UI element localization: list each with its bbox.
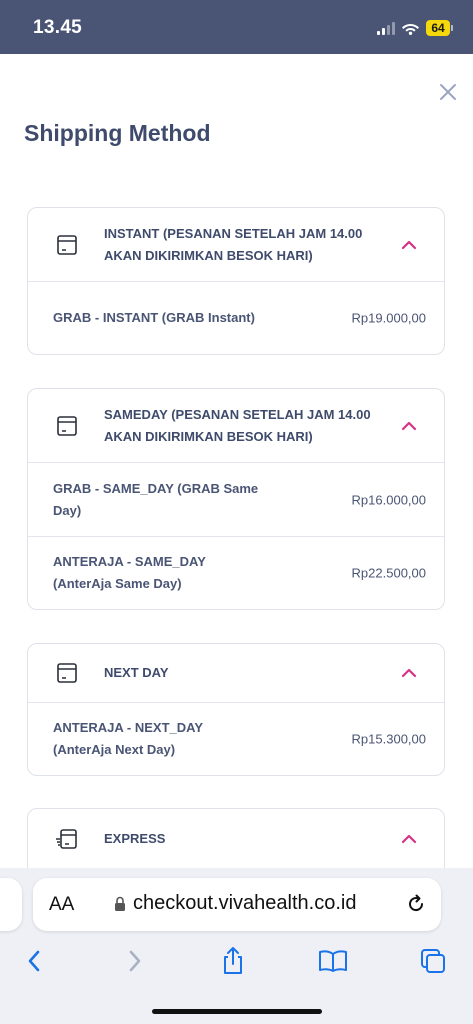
option-name: ANTERAJA - NEXT_DAY (AnterAja Next Day) [53, 720, 203, 757]
close-icon[interactable] [436, 80, 460, 104]
shipping-option[interactable]: GRAB - INSTANT (GRAB Instant) Rp19.000,0… [28, 282, 444, 354]
group-header[interactable]: INSTANT (PESANAN SETELAH JAM 14.00 AKAN … [28, 208, 444, 282]
shipping-option[interactable]: ANTERAJA - NEXT_DAY (AnterAja Next Day) … [28, 703, 444, 775]
back-icon [28, 950, 40, 972]
chevron-up-icon[interactable] [401, 239, 417, 251]
status-time: 13.45 [33, 17, 83, 38]
share-icon [224, 947, 242, 974]
battery-icon: 64 [426, 20, 453, 36]
chevron-up-icon[interactable] [401, 833, 417, 845]
option-name: ANTERAJA - SAME_DAY (AnterAja Same Day) [53, 554, 206, 591]
browser-toolbar [0, 946, 473, 976]
previous-tab-preview[interactable] [0, 878, 22, 931]
page-title: Shipping Method [24, 120, 211, 146]
url-text: checkout.vivahealth.co.id [133, 892, 357, 914]
package-icon [57, 234, 77, 255]
bookmarks-icon [319, 950, 347, 972]
group-label: NEXT DAY [104, 665, 169, 680]
group-header[interactable]: SAMEDAY (PESANAN SETELAH JAM 14.00 AKAN … [28, 389, 444, 463]
shipping-group-next-day: NEXT DAY ANTERAJA - NEXT_DAY (AnterAja N… [27, 643, 445, 776]
shipping-option[interactable]: ANTERAJA - SAME_DAY (AnterAja Same Day) … [28, 537, 444, 609]
group-label: SAMEDAY (PESANAN SETELAH JAM 14.00 AKAN … [104, 406, 371, 444]
browser-bottom-bar: AA checkout.vivahealth.co.id [0, 868, 473, 1024]
package-icon [57, 663, 77, 683]
option-name: GRAB - INSTANT (GRAB Instant) [53, 310, 255, 325]
shipping-option[interactable]: GRAB - SAME_DAY (GRAB Same Day) Rp16.000… [28, 463, 444, 537]
status-indicators: 64 [377, 19, 453, 37]
option-price: Rp19.000,00 [351, 310, 426, 326]
group-header[interactable]: EXPRESS [28, 809, 444, 869]
shipping-group-instant: INSTANT (PESANAN SETELAH JAM 14.00 AKAN … [27, 207, 445, 355]
status-bar: 13.45 64 [0, 0, 473, 54]
group-label: EXPRESS [104, 831, 166, 846]
group-label: INSTANT (PESANAN SETELAH JAM 14.00 AKAN … [104, 225, 363, 263]
option-price: Rp15.300,00 [351, 731, 426, 747]
reload-icon[interactable] [405, 893, 427, 915]
forward-button[interactable] [120, 946, 150, 976]
address-bar[interactable]: AA checkout.vivahealth.co.id [33, 878, 441, 931]
package-icon [57, 415, 77, 436]
chevron-up-icon[interactable] [401, 420, 417, 432]
lock-icon [115, 896, 125, 911]
express-package-icon [56, 829, 77, 849]
forward-icon [129, 950, 141, 972]
wifi-icon [402, 24, 419, 35]
group-header[interactable]: NEXT DAY [28, 644, 444, 703]
battery-level: 64 [426, 20, 450, 36]
reader-options-button[interactable]: AA [49, 894, 74, 916]
option-name: GRAB - SAME_DAY (GRAB Same Day) [53, 480, 259, 518]
bookmarks-button[interactable] [318, 946, 348, 976]
option-price: Rp22.500,00 [351, 565, 426, 581]
home-indicator [152, 1009, 322, 1014]
tabs-icon [421, 949, 445, 973]
option-price: Rp16.000,00 [351, 492, 426, 507]
chevron-up-icon[interactable] [401, 667, 417, 679]
shipping-group-sameday: SAMEDAY (PESANAN SETELAH JAM 14.00 AKAN … [27, 388, 445, 610]
tabs-button[interactable] [418, 946, 448, 976]
share-button[interactable] [218, 946, 248, 976]
back-button[interactable] [19, 946, 49, 976]
signal-icon [377, 21, 395, 35]
